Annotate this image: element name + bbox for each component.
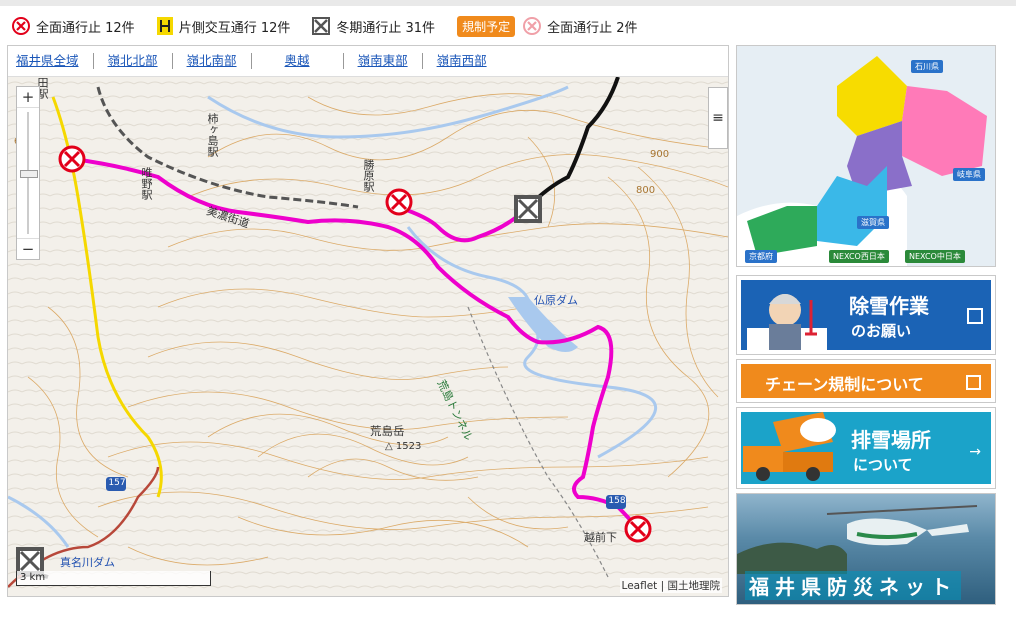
label-dam1: 仏原ダム [534,294,578,307]
scheduled-badge: 規制予定 [457,15,516,37]
top-border [0,0,1016,6]
road-map[interactable]: 仏原ダム 真名川ダム 美濃街道 荒島トンネル 荒島岳 △ 1523 勝原駅 柿ヶ… [8,77,728,596]
tab-reihoku-south[interactable]: 嶺北南部 [173,53,252,69]
chain-external-link-icon [966,375,981,390]
tab-reihoku-north[interactable]: 嶺北北部 [94,53,173,69]
chain-regulation-banner[interactable]: チェーン規制について [736,359,996,403]
label-elevation-value: 1523 [395,441,422,452]
label-station-yuino: 唯野駅 [140,167,153,200]
map-panel: 福井県全域 嶺北北部 嶺北南部 奥越 嶺南東部 嶺南西部 仏原ダム 真名川ダム … [7,45,729,597]
zoom-control: + − [16,86,40,260]
area-tabs: 福井県全域 嶺北北部 嶺北南部 奥越 嶺南東部 嶺南西部 [8,46,728,77]
tab-okuetsu[interactable]: 奥越 [252,53,344,69]
label-ishikawa: 石川県 [911,60,943,73]
tab-fukui-all[interactable]: 福井県全域 [8,53,94,69]
region-map-panel[interactable]: 石川県 岐阜県 滋賀県 京都府 NEXCO西日本 NEXCO中日本 [736,45,996,267]
legend-scheduled-closure: 全面通行止 2件 [523,17,637,36]
label-contour-900: 900 [650,149,670,160]
tab-reinan-east[interactable]: 嶺南東部 [344,53,423,69]
regulation-legend: 全面通行止 12件 片側交互通行 12件 冬期通行止 31件 規制予定 全面通行… [12,13,659,39]
label-gifu: 岐阜県 [953,168,985,181]
legend-scheduled-closure-label: 全面通行止 2件 [547,20,638,36]
closure-marker-south[interactable] [624,515,652,543]
full-closure-icon [12,17,30,35]
dump-truck-icon [743,412,836,481]
label-route-158: 158 [608,496,626,506]
winter-closure-marker-north[interactable] [514,195,542,223]
snow-dump-banner[interactable]: 排雪場所 について → [736,407,996,489]
label-dam2: 真名川ダム [60,556,115,569]
legend-winter-closure-label: 冬期通行止 31件 [336,20,436,36]
tab-reinan-west[interactable]: 嶺南西部 [423,53,501,69]
chain-regulation-title: チェーン規制について [765,375,924,394]
legend-one-lane: 片側交互通行 12件 [156,17,291,36]
winter-closure-icon [312,17,331,35]
snow-dump-bg: 排雪場所 について → [741,412,991,484]
snow-removal-bg: 除雪作業 のお願い [741,280,991,350]
zoom-out-button[interactable]: − [17,239,39,259]
label-nexco-west[interactable]: NEXCO西日本 [829,250,889,263]
label-kyoto: 京都府 [745,250,777,263]
snow-removal-banner[interactable]: 除雪作業 のお願い [736,275,996,355]
label-station-echizen: 越前下 [584,531,617,544]
helicopter-icon [737,505,978,574]
disaster-net-bg: 福井県防災ネット [737,494,995,604]
zoom-slider-knob[interactable] [20,170,38,178]
scheduled-closure-icon [523,17,542,35]
label-nexco-central[interactable]: NEXCO中日本 [905,250,965,263]
label-route-157: 157 [108,478,126,488]
zoom-in-button[interactable]: + [17,87,39,107]
chain-regulation-bg: チェーン規制について [741,364,991,398]
snow-removal-title: 除雪作業 [849,294,929,318]
map-attribution[interactable]: Leaflet | 国土地理院 [619,578,722,593]
label-contour-800: 800 [636,185,656,196]
label-elevation: △ 1523 [385,441,422,452]
map-scale: 3 km [16,571,211,586]
legend-winter-closure: 冬期通行止 31件 [312,17,435,36]
label-station-katsuhara: 勝原駅 [362,159,375,192]
snow-removal-subtitle: のお願い [851,322,912,340]
region-map [737,46,995,266]
disaster-net-title: 福井県防災ネット [745,571,961,600]
external-link-icon [967,308,983,324]
disaster-net-banner[interactable]: 福井県防災ネット [736,493,996,605]
snow-dump-subtitle: について [853,456,913,474]
one-lane-icon [156,17,173,35]
closure-marker-katsuhara[interactable] [385,188,413,216]
legend-full-closure-label: 全面通行止 12件 [36,20,135,36]
label-mountain: 荒島岳 [370,424,405,438]
layers-button[interactable]: ≡ [708,87,728,149]
map-canvas [8,77,728,596]
legend-one-lane-label: 片側交互通行 12件 [178,20,291,36]
arrow-right-icon: → [969,444,981,460]
label-station-kakigashima: 柿ヶ島駅 [206,113,219,157]
snow-dump-title: 排雪場所 [851,428,931,452]
legend-full-closure: 全面通行止 12件 [12,17,135,36]
label-shiga: 滋賀県 [857,216,889,229]
zoom-slider[interactable] [17,107,39,239]
closure-marker-west[interactable] [58,145,86,173]
worker-illustration-icon [747,294,827,350]
